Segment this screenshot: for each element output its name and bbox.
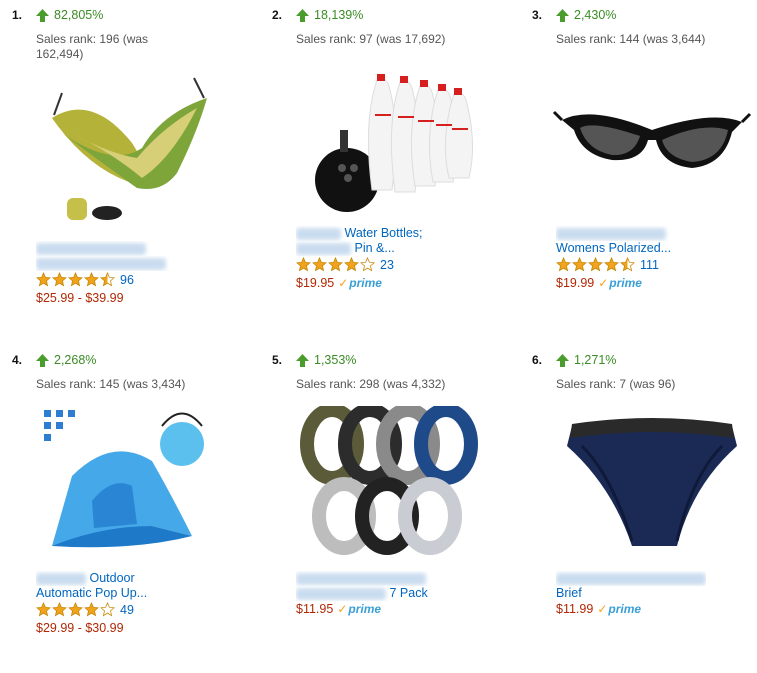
- rating: 111: [556, 257, 659, 272]
- star-icon: [100, 602, 115, 617]
- product-card: 1. 82,805% Sales rank: 196 (was 162,494)…: [12, 8, 252, 328]
- star-icon: [84, 602, 99, 617]
- star-icon: [84, 272, 99, 287]
- sales-rank: Sales rank: 145 (was 3,434): [36, 377, 186, 391]
- product-card: 4. 2,268% Sales rank: 145 (was 3,434) Ou…: [12, 353, 252, 673]
- percent-value: 2,268%: [54, 353, 97, 367]
- rank-number: 3.: [532, 8, 543, 22]
- up-arrow-icon: [296, 8, 309, 22]
- silicone-rings-icon[interactable]: [292, 406, 492, 556]
- beach-tent-icon[interactable]: [32, 406, 232, 556]
- price-row: $29.99 - $30.99: [36, 621, 124, 635]
- sales-rank: Sales rank: 196 (was 162,494): [36, 32, 149, 61]
- price: $19.95: [296, 276, 335, 290]
- product-card: 6. 1,271% Sales rank: 7 (was 96) Brief $…: [532, 353, 757, 673]
- star-icon: [556, 257, 571, 272]
- price: $25.99 - $39.99: [36, 291, 124, 305]
- prime-badge-icon: ✓ prime: [337, 602, 382, 616]
- up-arrow-icon: [296, 353, 309, 367]
- rank-number: 5.: [272, 353, 283, 367]
- hammock-icon[interactable]: [32, 73, 232, 223]
- rank-number: 2.: [272, 8, 283, 22]
- product-title[interactable]: 7 Pack: [296, 571, 446, 601]
- product-title[interactable]: Water Bottles; Pin &...: [296, 226, 446, 256]
- price-row: $11.99 ✓ prime: [556, 602, 641, 616]
- review-count[interactable]: 111: [640, 258, 659, 272]
- star-icon: [36, 602, 51, 617]
- price-row: $25.99 - $39.99: [36, 291, 124, 305]
- star-icon: [344, 257, 359, 272]
- star-rating-icon: [36, 602, 116, 617]
- star-rating-icon: [296, 257, 376, 272]
- sales-rank: Sales rank: 298 (was 4,332): [296, 377, 446, 391]
- up-arrow-icon: [36, 353, 49, 367]
- price-row: $19.99 ✓ prime: [556, 276, 642, 290]
- star-icon: [572, 257, 587, 272]
- bowling-bottles-icon[interactable]: [292, 70, 492, 220]
- price: $19.99: [556, 276, 595, 290]
- up-arrow-icon: [36, 8, 49, 22]
- percent-change: 1,353%: [296, 353, 356, 367]
- price: $11.95: [296, 602, 334, 616]
- prime-badge-icon: ✓ prime: [597, 602, 642, 616]
- brief-underwear-icon[interactable]: [552, 406, 752, 556]
- product-title[interactable]: Womens Polarized...: [556, 226, 706, 256]
- percent-value: 1,271%: [574, 353, 617, 367]
- review-count[interactable]: 49: [120, 603, 134, 617]
- sales-rank: Sales rank: 144 (was 3,644): [556, 32, 706, 46]
- percent-change: 82,805%: [36, 8, 103, 22]
- percent-change: 2,268%: [36, 353, 96, 367]
- star-icon: [68, 272, 83, 287]
- product-title[interactable]: Outdoor Automatic Pop Up...: [36, 571, 186, 601]
- price-row: $19.95 ✓ prime: [296, 276, 382, 290]
- rank-number: 6.: [532, 353, 543, 367]
- rating: 96: [36, 272, 134, 287]
- rank-number: 1.: [12, 8, 23, 22]
- up-arrow-icon: [556, 8, 569, 22]
- review-count[interactable]: 23: [380, 258, 394, 272]
- star-icon: [296, 257, 311, 272]
- rating: 49: [36, 602, 134, 617]
- star-icon: [68, 602, 83, 617]
- product-title[interactable]: Brief: [556, 571, 706, 601]
- price: $29.99 - $30.99: [36, 621, 124, 635]
- percent-change: 2,430%: [556, 8, 616, 22]
- star-icon: [328, 257, 343, 272]
- product-card: 5. 1,353% Sales rank: 298 (was 4,332) 7 …: [272, 353, 512, 673]
- product-card: 2. 18,139% Sales rank: 97 (was 17,692) W…: [272, 8, 512, 328]
- star-rating-icon: [556, 257, 636, 272]
- rating: 23: [296, 257, 394, 272]
- sales-rank: Sales rank: 97 (was 17,692): [296, 32, 446, 46]
- percent-value: 2,430%: [574, 8, 617, 22]
- percent-value: 82,805%: [54, 8, 104, 22]
- star-icon: [36, 272, 51, 287]
- price: $11.99: [556, 602, 594, 616]
- sales-rank: Sales rank: 7 (was 96): [556, 377, 676, 391]
- product-title[interactable]: [36, 241, 186, 271]
- star-icon: [588, 257, 603, 272]
- product-card: 3. 2,430% Sales rank: 144 (was 3,644) Wo…: [532, 8, 757, 328]
- star-icon: [604, 257, 619, 272]
- star-icon: [312, 257, 327, 272]
- percent-value: 18,139%: [314, 8, 364, 22]
- prime-badge-icon: ✓ prime: [598, 276, 642, 290]
- percent-change: 1,271%: [556, 353, 616, 367]
- star-icon: [52, 602, 67, 617]
- sunglasses-icon[interactable]: [552, 70, 752, 220]
- up-arrow-icon: [556, 353, 569, 367]
- review-count[interactable]: 96: [120, 273, 134, 287]
- star-icon: [52, 272, 67, 287]
- star-icon: [620, 257, 635, 272]
- percent-change: 18,139%: [296, 8, 363, 22]
- percent-value: 1,353%: [314, 353, 357, 367]
- rank-number: 4.: [12, 353, 23, 367]
- star-rating-icon: [36, 272, 116, 287]
- star-icon: [360, 257, 375, 272]
- prime-badge-icon: ✓ prime: [338, 276, 382, 290]
- price-row: $11.95 ✓ prime: [296, 602, 381, 616]
- star-icon: [100, 272, 115, 287]
